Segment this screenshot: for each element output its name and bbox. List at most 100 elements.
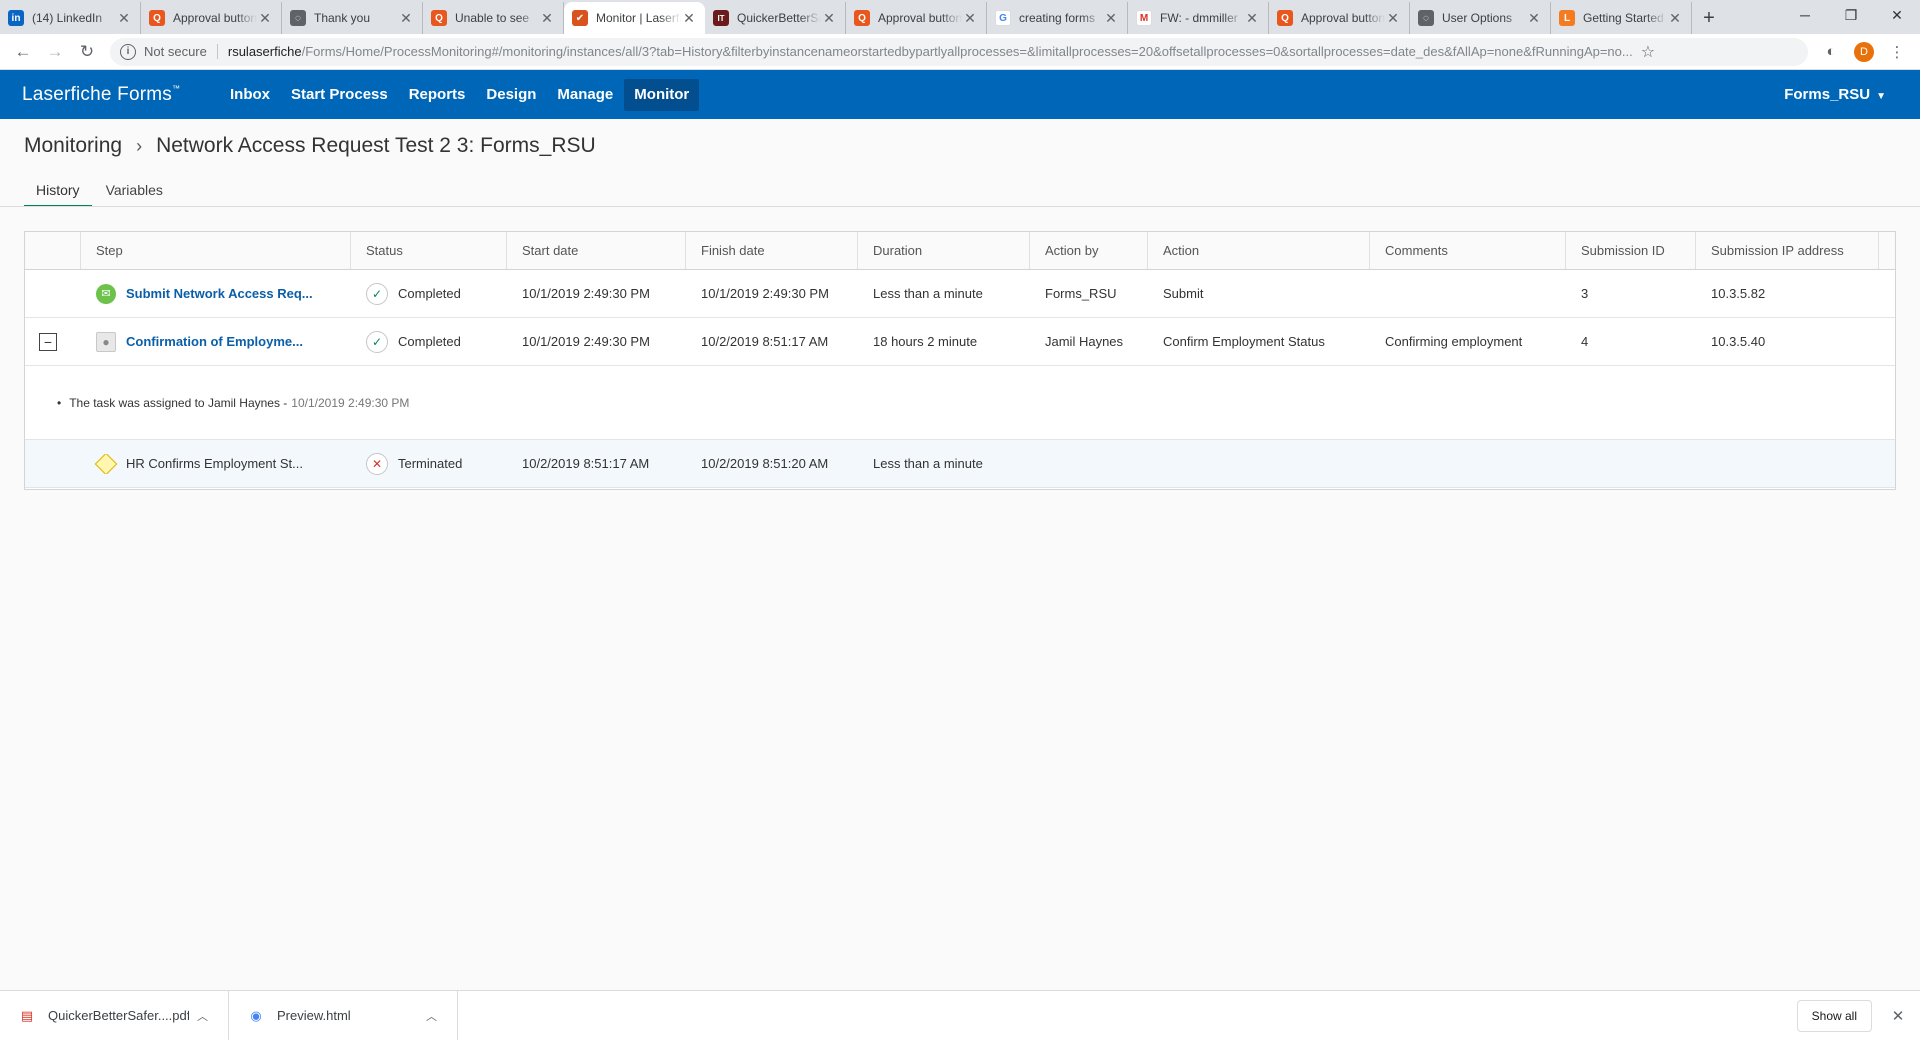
close-icon[interactable]: ✕ xyxy=(398,10,414,27)
menu-kebab-icon[interactable]: ⋮ xyxy=(1882,37,1912,67)
status-text: Completed xyxy=(398,286,461,301)
close-icon[interactable]: ✕ xyxy=(1526,10,1542,27)
detail-text: The task was assigned to Jamil Haynes - xyxy=(69,395,288,410)
browser-tab-title: Approval button xyxy=(878,11,962,25)
browser-tab-title: Approval button xyxy=(173,11,257,25)
browser-tab[interactable]: Q Approval button ✕ xyxy=(141,2,282,34)
column-header[interactable]: Status xyxy=(351,232,507,269)
x-circle-icon: ✕ xyxy=(366,452,388,475)
submission-id-cell: 3 xyxy=(1581,286,1589,301)
column-header[interactable]: Finish date xyxy=(686,232,858,269)
close-icon[interactable]: ✕ xyxy=(1667,10,1683,27)
app-logo[interactable]: Laserfiche Forms™ xyxy=(0,84,220,106)
download-filename: QuickerBetterSafer....pdf xyxy=(48,1008,189,1023)
browser-tab-title: Thank you xyxy=(314,11,371,25)
close-icon[interactable]: ✕ xyxy=(1244,10,1260,27)
laserfiche-answers-icon: Q xyxy=(1277,10,1293,26)
nav-reports[interactable]: Reports xyxy=(399,79,476,111)
browser-tab[interactable]: in (14) LinkedIn ✕ xyxy=(0,2,141,34)
step-cell: ✉ Submit Network Access Req... xyxy=(81,283,351,304)
start-date-cell: 10/2/2019 8:51:17 AM xyxy=(522,456,650,471)
reload-icon[interactable]: ↻ xyxy=(72,37,102,67)
nav-monitor[interactable]: Monitor xyxy=(624,78,700,111)
nav-start-process[interactable]: Start Process xyxy=(281,79,398,111)
table-row: HR Confirms Employment St... ✕ Terminate… xyxy=(25,440,1895,488)
app-header: Laserfiche Forms™ Inbox Start Process Re… xyxy=(0,70,1920,119)
close-icon[interactable]: ✕ xyxy=(539,10,555,27)
chevron-up-icon[interactable]: ︿ xyxy=(426,1008,437,1024)
url-path: /Forms/Home/ProcessMonitoring#/monitorin… xyxy=(301,44,1633,59)
close-icon[interactable]: ✕ xyxy=(681,10,697,27)
tab-variables[interactable]: Variables xyxy=(94,179,175,207)
action-cell: Confirm Employment Status xyxy=(1163,334,1325,349)
browser-tab[interactable]: Q Unable to see ✕ xyxy=(423,2,564,34)
show-all-button[interactable]: Show all xyxy=(1796,999,1872,1032)
step-link[interactable]: Confirmation of Employme... xyxy=(126,334,303,349)
address-bar[interactable]: i Not secure rsulaserfiche /Forms/Home/P… xyxy=(110,37,1808,66)
chevron-right-icon: › xyxy=(136,135,143,156)
chrome-icon: ◉ xyxy=(250,1007,262,1023)
status-text: Completed xyxy=(398,334,461,349)
column-header[interactable]: Step xyxy=(81,232,351,269)
minimize-icon[interactable]: ─ xyxy=(1782,0,1828,30)
column-header[interactable]: Submission IP address xyxy=(1696,232,1879,269)
close-icon[interactable]: ✕ xyxy=(116,10,132,27)
collapse-icon[interactable]: − xyxy=(39,332,57,351)
restore-icon[interactable]: ❐ xyxy=(1828,0,1874,30)
bookmark-star-icon[interactable]: ☆ xyxy=(1641,42,1655,62)
new-tab-button[interactable]: + xyxy=(1692,2,1726,34)
step-link[interactable]: Submit Network Access Req... xyxy=(126,286,313,301)
column-header[interactable]: Duration xyxy=(858,232,1030,269)
user-menu[interactable]: Forms_RSU ▼ xyxy=(1784,86,1920,103)
close-icon[interactable]: ✕ xyxy=(962,10,978,27)
breadcrumb-root[interactable]: Monitoring xyxy=(24,134,122,158)
column-header[interactable]: Submission ID xyxy=(1566,232,1696,269)
browser-tab[interactable]: Q Approval button ✕ xyxy=(846,2,987,34)
browser-tab-title: QuickerBetterSafer xyxy=(737,11,821,25)
close-icon[interactable]: ✕ xyxy=(821,10,837,27)
google-icon: G xyxy=(995,10,1011,26)
download-item[interactable]: ▤ QuickerBetterSafer....pdf ︿ xyxy=(0,990,229,1040)
column-header[interactable]: Comments xyxy=(1370,232,1566,269)
chevron-up-icon[interactable]: ︿ xyxy=(197,1008,208,1024)
extension-icon[interactable]: ◐ xyxy=(1816,37,1846,67)
back-icon[interactable]: ← xyxy=(8,37,38,67)
nav-design[interactable]: Design xyxy=(476,79,546,111)
download-item[interactable]: ◉ Preview.html ︿ xyxy=(229,990,458,1040)
browser-tab[interactable]: IT QuickerBetterSafer ✕ xyxy=(705,2,846,34)
finish-date-cell: 10/2/2019 8:51:17 AM xyxy=(701,334,829,349)
info-icon[interactable]: i xyxy=(120,43,136,60)
browser-tab[interactable]: G creating forms ✕ xyxy=(987,2,1128,34)
close-icon[interactable]: ✕ xyxy=(1385,10,1401,27)
browser-tab[interactable]: ◌ Thank you ✕ xyxy=(282,2,423,34)
tab-history[interactable]: History xyxy=(24,179,92,207)
close-icon[interactable]: ✕ xyxy=(257,10,273,27)
downloads-bar: ▤ QuickerBetterSafer....pdf ︿ ◉ Preview.… xyxy=(0,990,1920,1040)
close-icon[interactable]: ✕ xyxy=(1886,1007,1910,1025)
browser-tab[interactable]: ◌ User Options ✕ xyxy=(1410,2,1551,34)
status-text: Terminated xyxy=(398,456,463,471)
start-date-cell: 10/1/2019 2:49:30 PM xyxy=(522,286,650,301)
laserfiche-answers-icon: Q xyxy=(854,10,870,26)
browser-tab-title: User Options xyxy=(1442,11,1513,25)
window-controls: ─ ❐ ✕ xyxy=(1782,0,1920,30)
browser-tab[interactable]: M FW: - dmmiller ✕ xyxy=(1128,2,1269,34)
column-header[interactable]: Start date xyxy=(507,232,686,269)
finish-date-cell: 10/2/2019 8:51:20 AM xyxy=(701,456,829,471)
submission-id-cell: 4 xyxy=(1581,334,1589,349)
browser-tab-active[interactable]: ✔ Monitor | Laserfiche ✕ xyxy=(564,2,705,34)
table-row: − ● Confirmation of Employme... ✓ Comple… xyxy=(25,318,1895,366)
browser-tab[interactable]: L Getting Started ✕ xyxy=(1551,2,1692,34)
close-window-icon[interactable]: ✕ xyxy=(1874,0,1920,30)
forward-icon[interactable]: → xyxy=(40,37,70,67)
column-header[interactable]: Action by xyxy=(1030,232,1148,269)
browser-tab[interactable]: Q Approval button ✕ xyxy=(1269,2,1410,34)
comments-cell: Confirming employment xyxy=(1385,334,1523,349)
close-icon[interactable]: ✕ xyxy=(1103,10,1119,27)
column-header[interactable]: Action xyxy=(1148,232,1370,269)
status-cell: ✓ Completed xyxy=(351,282,507,305)
browser-tab-title: FW: - dmmiller xyxy=(1160,11,1238,25)
nav-inbox[interactable]: Inbox xyxy=(220,79,280,111)
nav-manage[interactable]: Manage xyxy=(547,79,623,111)
profile-avatar[interactable]: D xyxy=(1854,41,1874,62)
